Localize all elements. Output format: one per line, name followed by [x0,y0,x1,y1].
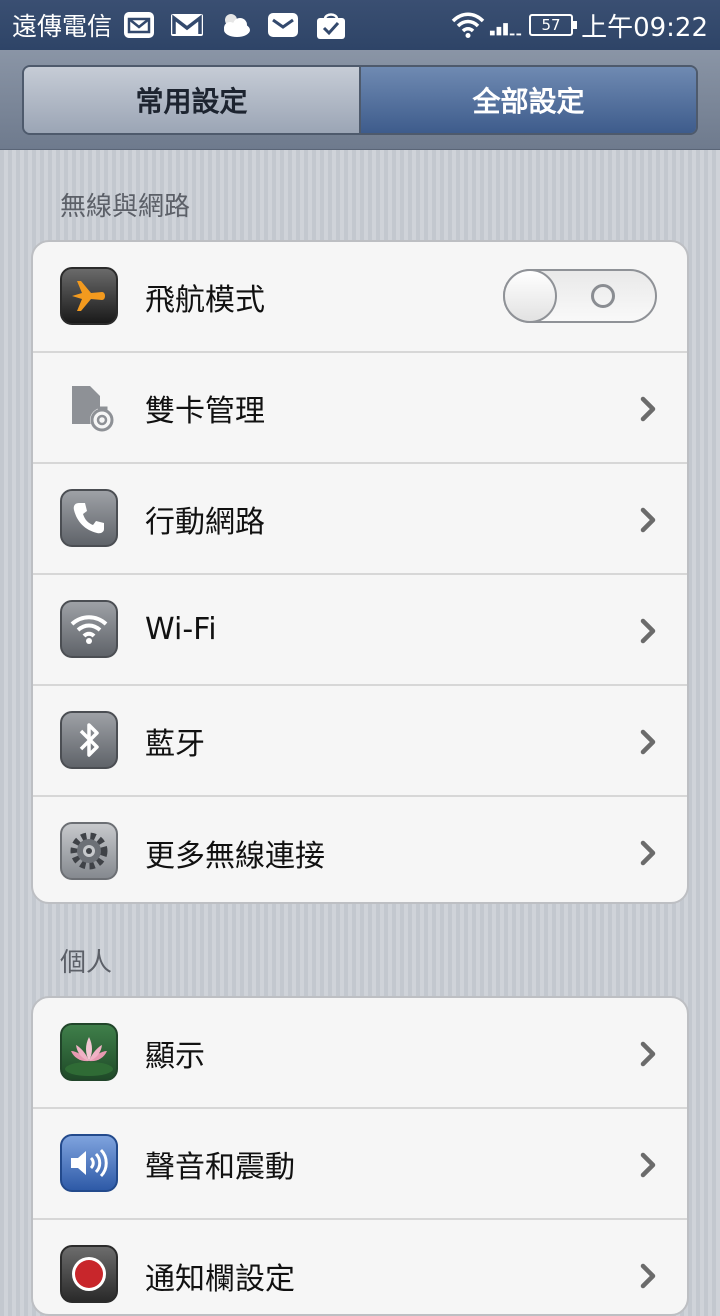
settings-item-label: 雙卡管理 [145,393,265,429]
settings-item-label: 通知欄設定 [145,1261,295,1297]
mail-icon [122,10,156,40]
settings-item-display[interactable]: 顯示 [33,998,687,1109]
chevron-right-icon [640,1152,656,1178]
chevron-right-icon [640,729,656,755]
settings-item-label: 顯示 [145,1038,205,1074]
tab-header: 常用設定 全部設定 [0,50,720,150]
chevron-right-icon [640,1041,656,1067]
section-title-wireless: 無線與網路 [60,192,191,222]
record-icon [60,1245,118,1303]
settings-tab-control: 常用設定 全部設定 [22,65,698,135]
settings-item-wifi[interactable]: Wi-Fi [33,575,687,686]
settings-item-mobile-network[interactable]: 行動網路 [33,464,687,575]
battery-icon: 57 [529,14,578,36]
bluetooth-icon [60,711,118,769]
chevron-right-icon [640,507,656,533]
wifi-icon [60,600,118,658]
settings-item-label: 聲音和震動 [145,1149,295,1185]
personal-settings-group: 顯示 聲音和震動 通知欄設定 [31,996,689,1316]
lotus-flower-icon [60,1023,118,1081]
gmail-icon [170,10,204,40]
airplane-mode-toggle[interactable] [503,269,657,323]
battery-level: 57 [541,16,561,34]
wireless-settings-group: 飛航模式 雙卡管理 行動網路 Wi-Fi 藍牙 更多無線連接 [31,240,689,904]
gear-icon [60,822,118,880]
chevron-right-icon [640,618,656,644]
settings-item-label: 飛航模式 [145,282,265,318]
settings-item-sound-vibration[interactable]: 聲音和震動 [33,1109,687,1220]
chevron-right-icon [640,1263,656,1289]
settings-item-bluetooth[interactable]: 藍牙 [33,686,687,797]
wifi-icon [451,10,485,40]
settings-item-notification-bar[interactable]: 通知欄設定 [33,1220,687,1314]
settings-item-label: 藍牙 [145,726,205,762]
section-title-personal: 個人 [60,948,113,978]
weather-cloudy-icon [218,10,252,40]
settings-item-more-wireless[interactable]: 更多無線連接 [33,797,687,902]
speaker-icon [60,1134,118,1192]
tab-common-settings[interactable]: 常用設定 [24,67,361,133]
chevron-right-icon [640,396,656,422]
email-icon [266,10,300,40]
chevron-right-icon [640,840,656,866]
toggle-knob [503,269,557,323]
settings-item-label: Wi-Fi [145,612,217,647]
toggle-off-indicator-icon [591,284,615,308]
tab-all-settings[interactable]: 全部設定 [361,67,696,133]
settings-item-airplane-mode[interactable]: 飛航模式 [33,242,687,353]
status-bar: 遠傳電信 57 上午09:22 [0,0,720,50]
carrier-name: 遠傳電信 [12,12,113,41]
shopping-bag-icon [314,10,348,40]
dual-sim-icon [60,378,118,436]
settings-item-label: 行動網路 [145,504,265,540]
settings-item-dual-sim[interactable]: 雙卡管理 [33,353,687,464]
clock: 上午09:22 [581,12,708,43]
phone-icon [60,489,118,547]
settings-item-label: 更多無線連接 [145,838,325,874]
airplane-icon [60,267,118,325]
signal-icon [489,10,523,40]
